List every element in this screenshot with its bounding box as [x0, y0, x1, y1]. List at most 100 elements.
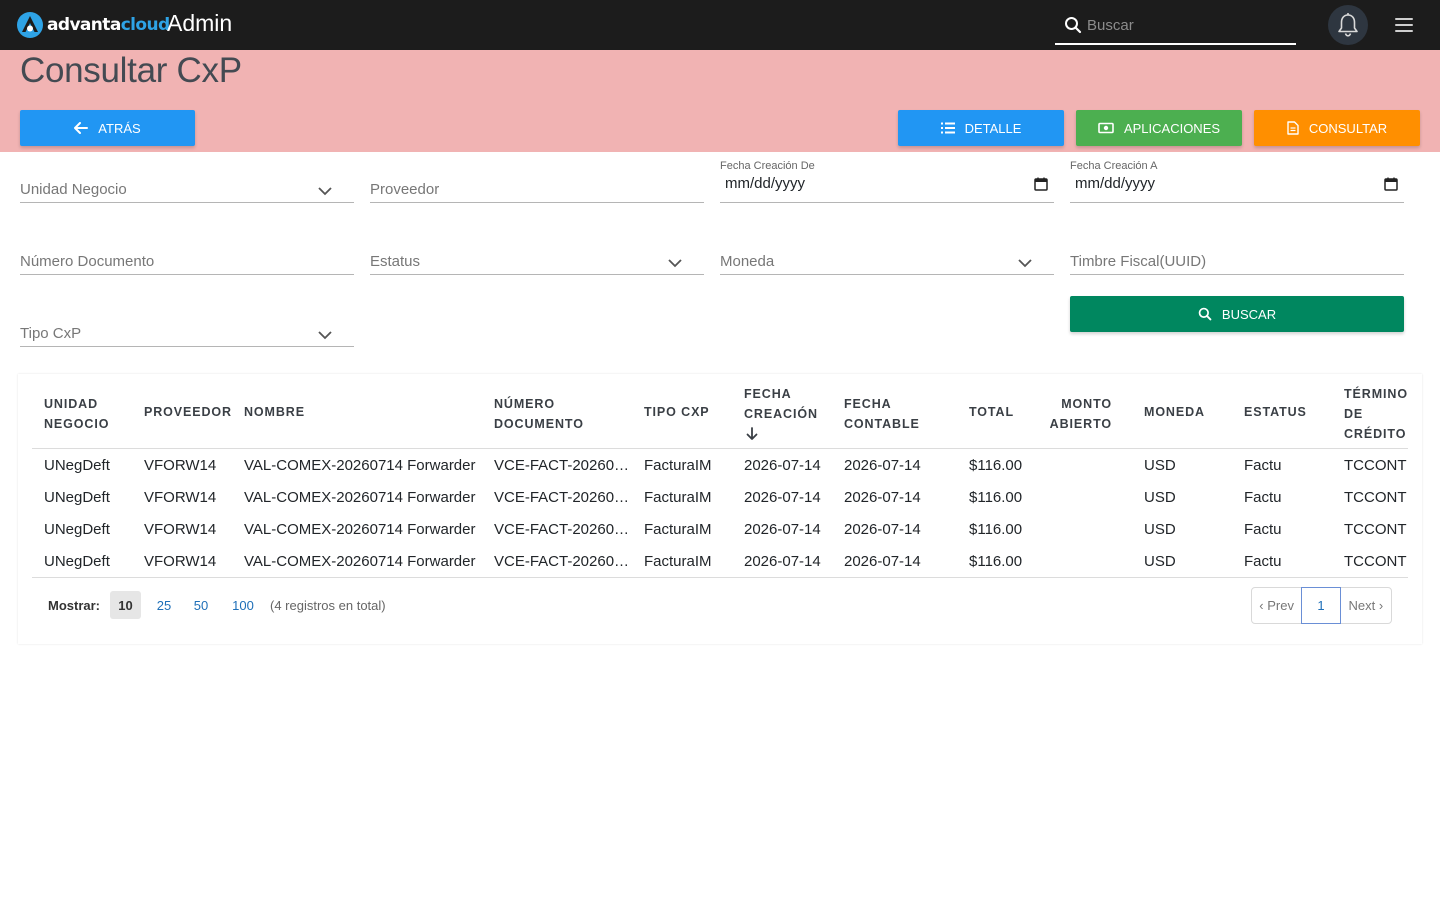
column-header-tipo-cxp[interactable]: TIPO CXP — [644, 402, 734, 422]
cell-proveedor: VFORW14 — [144, 521, 217, 538]
menu-icon-bar — [1395, 30, 1413, 32]
cell-unidad: UNegDeft — [44, 553, 110, 570]
hamburger-menu-button[interactable] — [1393, 16, 1415, 34]
cloud-logo-icon — [17, 12, 43, 38]
timbre-fiscal-field[interactable]: Timbre Fiscal(UUID) — [1070, 225, 1404, 275]
cell-estatus: Factu — [1244, 489, 1282, 506]
menu-icon-bar — [1395, 18, 1413, 20]
cell-fecha-creacion: 2026-07-14 — [744, 553, 821, 570]
estatus-placeholder: Estatus — [370, 253, 421, 270]
page-size-option-25[interactable]: 25 — [150, 591, 178, 619]
cell-total: $116.00 — [969, 489, 1023, 506]
cell-estatus: Factu — [1244, 457, 1282, 474]
file-icon — [1287, 121, 1299, 135]
cell-nombre: VAL-COMEX-20260714 Forwarder — [244, 457, 476, 474]
cell-nombre: VAL-COMEX-20260714 Forwarder — [244, 553, 476, 570]
fecha-creacion-de-value: mm/dd/yyyy — [725, 175, 806, 192]
proveedor-field[interactable]: Proveedor — [370, 153, 704, 203]
cell-total: $116.00 — [969, 457, 1023, 474]
cell-unidad: UNegDeft — [44, 457, 110, 474]
page-size-option-100[interactable]: 100 — [227, 591, 259, 619]
column-header-nombre[interactable]: NOMBRE — [244, 402, 344, 422]
advantacloud-logo[interactable]: advantacloud — [16, 11, 170, 39]
notifications-button[interactable] — [1328, 5, 1368, 45]
cell-estatus: Factu — [1244, 553, 1282, 570]
column-header-proveedor[interactable]: PROVEEDOR — [144, 402, 244, 422]
page-size-option-50[interactable]: 50 — [187, 591, 215, 619]
cell-fecha-contable: 2026-07-14 — [844, 521, 921, 538]
cell-numero: VCE-FACT-20260… — [494, 489, 630, 506]
unidad-negocio-placeholder: Unidad Negocio — [20, 181, 127, 198]
moneda-select[interactable]: Moneda — [720, 225, 1054, 275]
detail-button[interactable]: DETALLE — [898, 110, 1064, 146]
prev-page-button[interactable]: ‹ Prev — [1252, 588, 1301, 623]
column-header-total[interactable]: TOTAL — [969, 402, 1039, 422]
cell-tipo: FacturaIM — [644, 457, 712, 474]
cell-tipo: FacturaIM — [644, 553, 712, 570]
column-header-unidad-negocio[interactable]: UNIDAD NEGOCIO — [44, 394, 124, 434]
cell-fecha-creacion: 2026-07-14 — [744, 489, 821, 506]
column-header-fecha-contable[interactable]: FECHA CONTABLE — [844, 394, 934, 434]
search-input[interactable] — [1087, 13, 1287, 37]
back-button-label: ATRÁS — [98, 120, 141, 136]
cell-numero: VCE-FACT-20260… — [494, 521, 630, 538]
cell-termino: TCCONT — [1344, 457, 1407, 474]
fecha-creacion-a-field[interactable]: Fecha Creación A mm/dd/yyyy — [1070, 153, 1404, 203]
chevron-down-icon — [318, 187, 332, 196]
fecha-creacion-de-label: Fecha Creación De — [720, 160, 815, 172]
sort-arrow-down-icon[interactable] — [746, 427, 758, 441]
cell-moneda: USD — [1144, 521, 1176, 538]
fecha-creacion-de-field[interactable]: Fecha Creación De mm/dd/yyyy — [720, 153, 1054, 203]
column-header-fecha-creacion[interactable]: FECHA CREACIÓN — [744, 384, 824, 424]
top-bar: advantacloud Admin — [0, 0, 1440, 50]
cell-moneda: USD — [1144, 489, 1176, 506]
next-page-button[interactable]: Next › — [1341, 588, 1391, 623]
cell-nombre: VAL-COMEX-20260714 Forwarder — [244, 521, 476, 538]
table-footer-divider — [32, 577, 1408, 578]
cell-estatus: Factu — [1244, 521, 1282, 538]
column-header-estatus[interactable]: ESTATUS — [1244, 402, 1334, 422]
cell-proveedor: VFORW14 — [144, 489, 217, 506]
cell-moneda: USD — [1144, 457, 1176, 474]
buscar-button-label: BUSCAR — [1221, 306, 1277, 322]
cell-proveedor: VFORW14 — [144, 457, 217, 474]
cell-termino: TCCONT — [1344, 521, 1407, 538]
cell-fecha-creacion: 2026-07-14 — [744, 521, 821, 538]
tipo-cxp-placeholder: Tipo CxP — [20, 325, 82, 342]
numero-documento-field[interactable]: Número Documento — [20, 225, 354, 275]
calendar-icon[interactable] — [1034, 177, 1048, 191]
fecha-creacion-a-value: mm/dd/yyyy — [1075, 175, 1156, 192]
page-size-option-10[interactable]: 10 — [110, 591, 141, 619]
cell-moneda: USD — [1144, 553, 1176, 570]
cell-numero: VCE-FACT-20260… — [494, 553, 630, 570]
cell-termino: TCCONT — [1344, 489, 1407, 506]
buscar-button[interactable]: BUSCAR — [1070, 296, 1404, 332]
money-bill-icon — [1098, 122, 1114, 134]
chevron-down-icon — [318, 331, 332, 340]
page-number-button[interactable]: 1 — [1301, 587, 1341, 624]
column-header-termino-credito[interactable]: TÉRMINO DE CRÉDITO — [1344, 384, 1414, 444]
applications-button[interactable]: APLICACIONES — [1076, 110, 1242, 146]
menu-icon-bar — [1395, 24, 1413, 26]
numero-documento-placeholder: Número Documento — [20, 253, 155, 270]
column-header-moneda[interactable]: MONEDA — [1144, 402, 1234, 422]
moneda-placeholder: Moneda — [720, 253, 775, 270]
page-size-label: Mostrar: — [48, 598, 101, 613]
estatus-select[interactable]: Estatus — [370, 225, 704, 275]
column-header-monto-abierto[interactable]: MONTO ABIERTO — [1040, 394, 1112, 434]
back-button[interactable]: ATRÁS — [20, 110, 195, 146]
calendar-icon[interactable] — [1384, 177, 1398, 191]
fecha-creacion-a-label: Fecha Creación A — [1070, 160, 1158, 172]
search-box — [1055, 5, 1296, 45]
detail-button-label: DETALLE — [964, 120, 1022, 136]
cell-unidad: UNegDeft — [44, 489, 110, 506]
consult-button[interactable]: CONSULTAR — [1254, 110, 1420, 146]
pagination: ‹ Prev 1 Next › — [1251, 587, 1392, 624]
column-header-numero-documento[interactable]: NÚMERO DOCUMENTO — [494, 394, 604, 434]
tipo-cxp-select[interactable]: Tipo CxP — [20, 297, 354, 347]
proveedor-placeholder: Proveedor — [370, 181, 440, 198]
table-header-divider — [32, 448, 1408, 449]
cell-proveedor: VFORW14 — [144, 553, 217, 570]
arrow-left-icon — [74, 122, 89, 134]
unidad-negocio-select[interactable]: Unidad Negocio — [20, 153, 354, 203]
